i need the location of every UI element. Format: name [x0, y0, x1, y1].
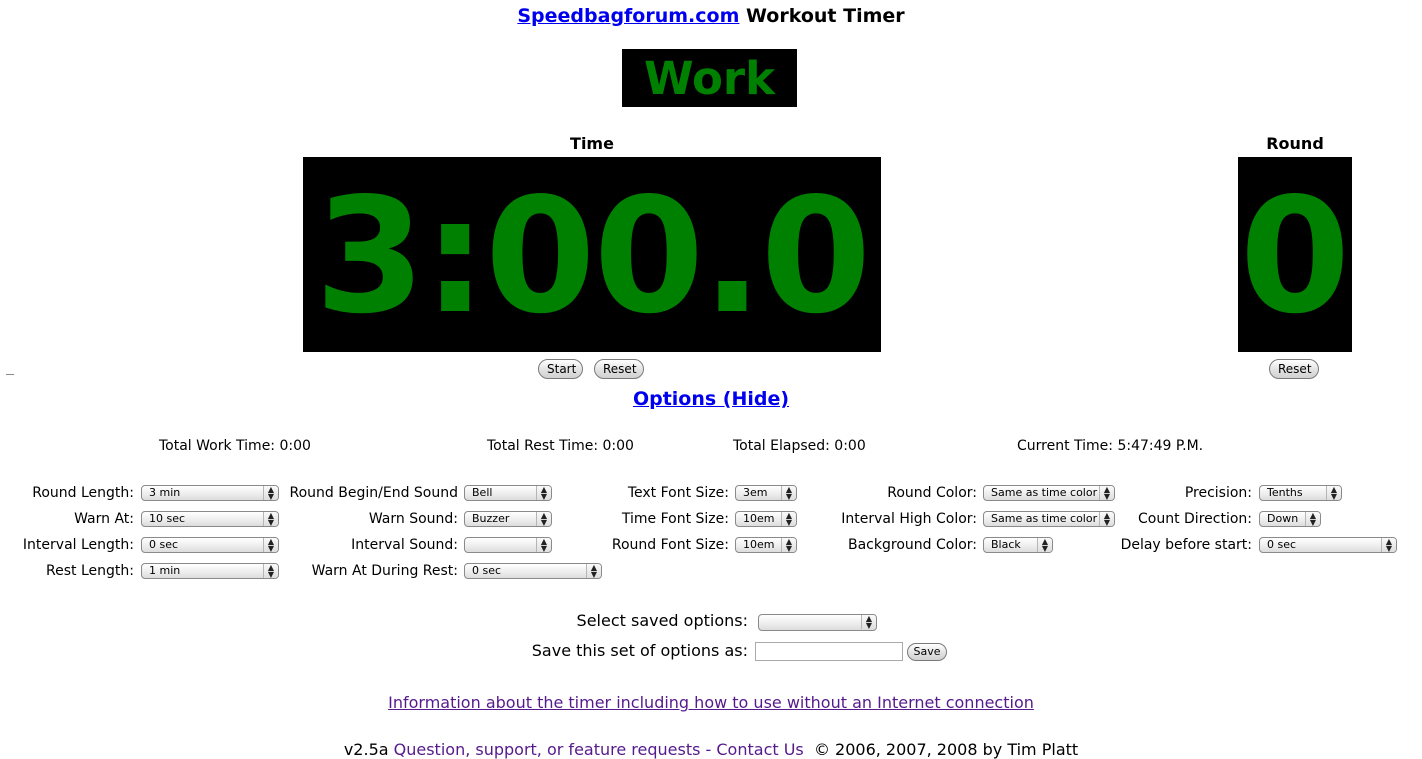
warn-at-value: 10 sec — [149, 512, 186, 525]
rest-length-value: 1 min — [149, 564, 181, 577]
select-arrows-icon: ▲ ▼ — [536, 486, 551, 500]
precision-value: Tenths — [1267, 486, 1303, 499]
time-display: 3:00.0 — [303, 157, 881, 352]
warn-during-rest-select[interactable]: 0 sec ▲ ▼ — [464, 563, 602, 579]
interval-high-color-value: Same as time color — [991, 512, 1098, 525]
precision-label: Precision: — [1184, 485, 1252, 501]
text-font-size-select[interactable]: 3em ▲ ▼ — [735, 485, 797, 501]
divider-mark — [6, 374, 14, 375]
interval-high-color-label: Interval High Color: — [841, 511, 977, 527]
select-arrows-icon: ▲ ▼ — [536, 538, 551, 552]
count-direction-select[interactable]: Down ▲ ▼ — [1259, 511, 1321, 527]
round-length-value: 3 min — [149, 486, 181, 499]
select-arrows-icon: ▲ ▼ — [263, 564, 278, 578]
delay-before-start-value: 0 sec — [1267, 538, 1297, 551]
round-color-value: Same as time color — [991, 486, 1098, 499]
warn-at-label: Warn At: — [74, 511, 134, 527]
round-sound-select[interactable]: Bell ▲ ▼ — [464, 485, 552, 501]
round-font-size-value: 10em — [743, 538, 775, 551]
select-arrows-icon: ▲ ▼ — [263, 486, 278, 500]
interval-high-color-select[interactable]: Same as time color ▲ ▼ — [983, 511, 1115, 527]
total-work-time: Total Work Time: 0:00 — [159, 438, 311, 454]
footer: v2.5a Question, support, or feature requ… — [0, 740, 1422, 759]
round-font-size-select[interactable]: 10em ▲ ▼ — [735, 537, 797, 553]
warn-sound-label: Warn Sound: — [368, 511, 458, 527]
total-rest-time: Total Rest Time: 0:00 — [487, 438, 634, 454]
version-text: v2.5a — [343, 740, 394, 759]
save-as-label: Save this set of options as: — [531, 641, 748, 660]
text-font-size-value: 3em — [743, 486, 768, 499]
current-time: Current Time: 5:47:49 P.M. — [1017, 438, 1204, 454]
count-direction-label: Count Direction: — [1138, 511, 1252, 527]
total-elapsed: Total Elapsed: 0:00 — [733, 438, 866, 454]
count-direction-value: Down — [1267, 512, 1299, 525]
round-sound-value: Bell — [472, 486, 493, 499]
select-arrows-icon: ▲ ▼ — [1037, 538, 1052, 552]
background-color-select[interactable]: Black ▲ ▼ — [983, 537, 1053, 553]
warn-at-select[interactable]: 10 sec ▲ ▼ — [141, 511, 279, 527]
copyright-text: © 2006, 2007, 2008 by Tim Platt — [803, 740, 1079, 759]
select-arrows-icon: ▲ ▼ — [586, 564, 601, 578]
reset-round-button[interactable]: Reset — [1269, 359, 1319, 379]
round-font-size-label: Round Font Size: — [611, 537, 729, 553]
select-arrows-icon: ▲ ▼ — [1326, 486, 1341, 500]
round-color-label: Round Color: — [887, 485, 977, 501]
interval-sound-label: Interval Sound: — [351, 537, 458, 553]
delay-before-start-select[interactable]: 0 sec ▲ ▼ — [1259, 537, 1397, 553]
interval-sound-select[interactable]: ▲ ▼ — [464, 537, 552, 553]
save-as-input[interactable] — [755, 642, 903, 661]
time-font-size-value: 10em — [743, 512, 775, 525]
select-arrows-icon: ▲ ▼ — [781, 538, 796, 552]
precision-select[interactable]: Tenths ▲ ▼ — [1259, 485, 1342, 501]
text-font-size-label: Text Font Size: — [627, 485, 729, 501]
time-font-size-select[interactable]: 10em ▲ ▼ — [735, 511, 797, 527]
round-length-label: Round Length: — [32, 485, 134, 501]
warn-during-rest-value: 0 sec — [472, 564, 502, 577]
interval-length-value: 0 sec — [149, 538, 179, 551]
background-color-label: Background Color: — [848, 537, 977, 553]
mode-indicator: Work — [622, 49, 797, 107]
warn-during-rest-label: Warn At During Rest: — [311, 563, 458, 579]
warn-sound-value: Buzzer — [472, 512, 510, 525]
round-display: 0 — [1238, 157, 1352, 352]
saved-options-select[interactable]: ▲ ▼ — [758, 614, 877, 631]
select-arrows-icon: ▲ ▼ — [263, 512, 278, 526]
interval-length-label: Interval Length: — [22, 537, 134, 553]
round-length-select[interactable]: 3 min ▲ ▼ — [141, 485, 279, 501]
round-sound-label: Round Begin/End Sound — [289, 485, 458, 501]
site-link[interactable]: Speedbagforum.com — [517, 5, 739, 27]
time-font-size-label: Time Font Size: — [621, 511, 729, 527]
warn-sound-select[interactable]: Buzzer ▲ ▼ — [464, 511, 552, 527]
page-title: Speedbagforum.com Workout Timer — [0, 5, 1422, 27]
start-button[interactable]: Start — [538, 359, 583, 379]
rest-length-label: Rest Length: — [46, 563, 134, 579]
round-color-select[interactable]: Same as time color ▲ ▼ — [983, 485, 1115, 501]
select-arrows-icon: ▲ ▼ — [781, 512, 796, 526]
save-button[interactable]: Save — [907, 643, 947, 661]
reset-time-button[interactable]: Reset — [594, 359, 644, 379]
round-heading: Round — [1266, 134, 1324, 153]
info-link[interactable]: Information about the timer including ho… — [388, 693, 1034, 712]
saved-options-label: Select saved options: — [576, 611, 748, 630]
time-heading: Time — [570, 134, 614, 153]
select-arrows-icon: ▲ ▼ — [263, 538, 278, 552]
select-arrows-icon: ▲ ▼ — [1381, 538, 1396, 552]
title-text: Workout Timer — [739, 5, 905, 27]
background-color-value: Black — [991, 538, 1021, 551]
select-arrows-icon: ▲ ▼ — [781, 486, 796, 500]
delay-before-start-label: Delay before start: — [1120, 537, 1252, 553]
contact-link[interactable]: Question, support, or feature requests -… — [394, 740, 804, 759]
select-arrows-icon: ▲ ▼ — [861, 615, 876, 630]
select-arrows-icon: ▲ ▼ — [536, 512, 551, 526]
select-arrows-icon: ▲ ▼ — [1305, 512, 1320, 526]
interval-length-select[interactable]: 0 sec ▲ ▼ — [141, 537, 279, 553]
rest-length-select[interactable]: 1 min ▲ ▼ — [141, 563, 279, 579]
options-toggle-link[interactable]: Options (Hide) — [633, 388, 789, 410]
